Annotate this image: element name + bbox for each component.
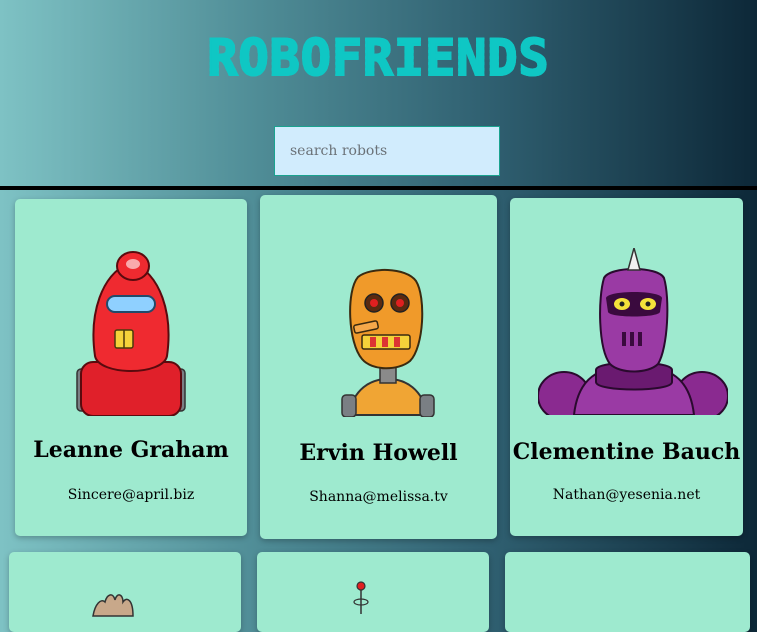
purple-robot-icon	[538, 248, 728, 415]
robot-name: Leanne Graham	[33, 437, 229, 463]
robot-card[interactable]	[9, 552, 241, 632]
robot-icon	[92, 594, 134, 617]
robot-icon	[353, 581, 369, 614]
robot-card[interactable]: Ervin Howell Shanna@melissa.tv	[260, 195, 497, 539]
app-header: ROBOFRIENDS	[0, 0, 757, 186]
robot-name: Ervin Howell	[299, 440, 458, 466]
robot-card[interactable]: Leanne Graham Sincere@april.biz	[15, 199, 247, 536]
app-title: ROBOFRIENDS	[0, 26, 757, 90]
red-robot-icon	[76, 251, 186, 416]
search-input[interactable]	[274, 126, 500, 176]
robot-card[interactable]	[505, 552, 750, 632]
orange-robot-icon	[341, 268, 435, 417]
robot-email: Shanna@melissa.tv	[309, 489, 448, 505]
header-divider	[0, 186, 757, 190]
robot-card[interactable]: Clementine Bauch Nathan@yesenia.net	[510, 198, 743, 536]
robot-email: Nathan@yesenia.net	[552, 487, 701, 503]
robot-card[interactable]	[257, 552, 489, 632]
robot-email: Sincere@april.biz	[67, 487, 195, 503]
robot-name: Clementine Bauch	[512, 439, 741, 465]
